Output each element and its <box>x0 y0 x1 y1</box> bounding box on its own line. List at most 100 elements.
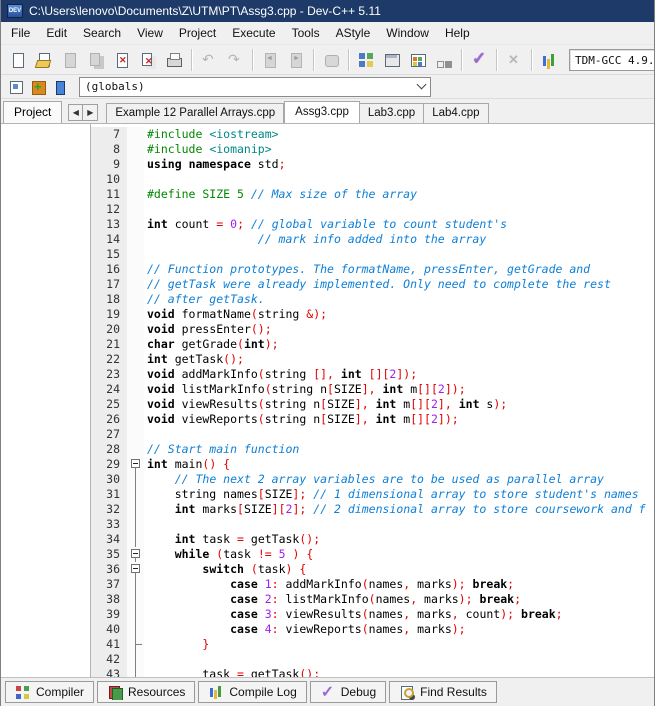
menu-item-file[interactable]: File <box>3 23 38 43</box>
fold-marker <box>127 487 144 502</box>
syntax-check-button[interactable] <box>466 47 492 73</box>
fold-margin <box>127 352 144 367</box>
save-all-button[interactable] <box>83 47 109 73</box>
menu-item-view[interactable]: View <box>129 23 171 43</box>
tab-assg3-cpp[interactable]: Assg3.cpp <box>284 101 360 123</box>
remove-window-button[interactable] <box>379 47 405 73</box>
compiler-select[interactable]: TDM-GCC 4.9. <box>569 49 654 71</box>
tab-lab4-cpp[interactable]: Lab4.cpp <box>424 103 488 123</box>
undo-button[interactable] <box>196 47 222 73</box>
line-number: 43 <box>91 667 127 677</box>
line-number: 42 <box>91 652 127 667</box>
close-file-button[interactable] <box>109 47 135 73</box>
fold-margin <box>127 217 144 232</box>
line-number: 36 <box>91 562 127 577</box>
line-number: 12 <box>91 202 127 217</box>
fold-margin <box>127 172 144 187</box>
code-text: case 4: viewReports(names, marks); <box>144 622 466 637</box>
close-all-icon <box>139 51 157 69</box>
find-results-tab-button[interactable]: Find Results <box>389 681 497 703</box>
tab-scroll-right-button[interactable]: ▶ <box>83 104 98 121</box>
tab-project-panel[interactable]: Project <box>3 101 62 123</box>
line-number: 38 <box>91 592 127 607</box>
project-panel[interactable] <box>1 123 91 677</box>
save-icon <box>61 51 79 69</box>
code-text: case 1: addMarkInfo(names, marks); break… <box>144 577 514 592</box>
line-number: 34 <box>91 532 127 547</box>
line-number: 35 <box>91 547 127 562</box>
print-button[interactable] <box>161 47 187 73</box>
code-editor[interactable]: 7#include <iostream>8#include <iomanip>9… <box>91 123 654 677</box>
project-options-button[interactable] <box>405 47 431 73</box>
line-number: 20 <box>91 322 127 337</box>
line-number: 11 <box>91 187 127 202</box>
fold-collapse-icon[interactable] <box>131 459 140 468</box>
fold-marker[interactable] <box>127 547 144 562</box>
code-text: void listMarkInfo(string n[SIZE], int m[… <box>144 382 466 397</box>
redo-button[interactable] <box>222 47 248 73</box>
tab-lab3-cpp[interactable]: Lab3.cpp <box>360 103 424 123</box>
menu-item-astyle[interactable]: AStyle <box>328 23 379 43</box>
code-text: case 2: listMarkInfo(names, marks); brea… <box>144 592 521 607</box>
tab-example-12-parallel-arrays-cpp[interactable]: Example 12 Parallel Arrays.cpp <box>106 103 284 123</box>
shortcuts-button[interactable] <box>431 47 457 73</box>
fold-margin <box>127 277 144 292</box>
debug-tab-button[interactable]: Debug <box>310 681 386 703</box>
compiler-tab-button[interactable]: Compiler <box>5 681 94 703</box>
open-file-button[interactable] <box>31 47 57 73</box>
save-button[interactable] <box>57 47 83 73</box>
fold-marker[interactable] <box>127 562 144 577</box>
menu-item-edit[interactable]: Edit <box>38 23 75 43</box>
back-button[interactable] <box>257 47 283 73</box>
compile-log-tab-button[interactable]: Compile Log <box>198 681 306 703</box>
fold-margin <box>127 232 144 247</box>
line-number: 15 <box>91 247 127 262</box>
code-text: // after getTask. <box>144 292 265 307</box>
line-number: 10 <box>91 172 127 187</box>
abort-button[interactable] <box>501 47 527 73</box>
code-text <box>144 517 147 532</box>
line-number: 17 <box>91 277 127 292</box>
menu-item-help[interactable]: Help <box>437 23 478 43</box>
menu-item-search[interactable]: Search <box>75 23 129 43</box>
menu-item-tools[interactable]: Tools <box>284 23 328 43</box>
new-file-button[interactable] <box>5 47 31 73</box>
code-text: case 3: viewResults(names, marks, count)… <box>144 607 563 622</box>
toggle-bookmark-button[interactable] <box>27 77 49 97</box>
devcpp-window: DEV C:\Users\lenovo\Documents\Z\UTM\PT\A… <box>0 0 655 706</box>
line-number: 9 <box>91 157 127 172</box>
line-number: 31 <box>91 487 127 502</box>
code-line: 38 case 2: listMarkInfo(names, marks); b… <box>91 592 654 607</box>
code-line: 28// Start main function <box>91 442 654 457</box>
resources-tab-button[interactable]: Resources <box>97 681 195 703</box>
class-browser-select[interactable]: (globals) <box>79 77 431 97</box>
menu-item-execute[interactable]: Execute <box>224 23 283 43</box>
code-line: 22int getTask(); <box>91 352 654 367</box>
fold-margin <box>127 157 144 172</box>
code-line: 18// after getTask. <box>91 292 654 307</box>
fold-marker <box>127 607 144 622</box>
project-options-icon <box>409 51 427 69</box>
fold-marker <box>127 517 144 532</box>
insert-snippet-icon <box>8 79 24 95</box>
fold-marker <box>127 622 144 637</box>
swap-header-source-button[interactable] <box>318 47 344 73</box>
menu-item-project[interactable]: Project <box>171 23 224 43</box>
forward-button[interactable] <box>283 47 309 73</box>
goto-bookmark-button[interactable] <box>49 77 71 97</box>
new-project-button[interactable] <box>353 47 379 73</box>
fold-marker[interactable] <box>127 457 144 472</box>
line-number: 8 <box>91 142 127 157</box>
menu-item-window[interactable]: Window <box>378 23 437 43</box>
profile-button[interactable] <box>536 47 562 73</box>
insert-snippet-button[interactable] <box>5 77 27 97</box>
fold-margin <box>127 202 144 217</box>
code-line: 25void viewResults(string n[SIZE], int m… <box>91 397 654 412</box>
code-text: // Function prototypes. The formatName, … <box>144 262 590 277</box>
close-all-button[interactable] <box>135 47 161 73</box>
window-title: C:\Users\lenovo\Documents\Z\UTM\PT\Assg3… <box>29 4 381 18</box>
app-icon: DEV <box>7 4 23 18</box>
fold-collapse-icon[interactable] <box>131 564 140 573</box>
fold-collapse-icon[interactable] <box>131 549 140 558</box>
tab-scroll-left-button[interactable]: ◀ <box>68 104 83 121</box>
